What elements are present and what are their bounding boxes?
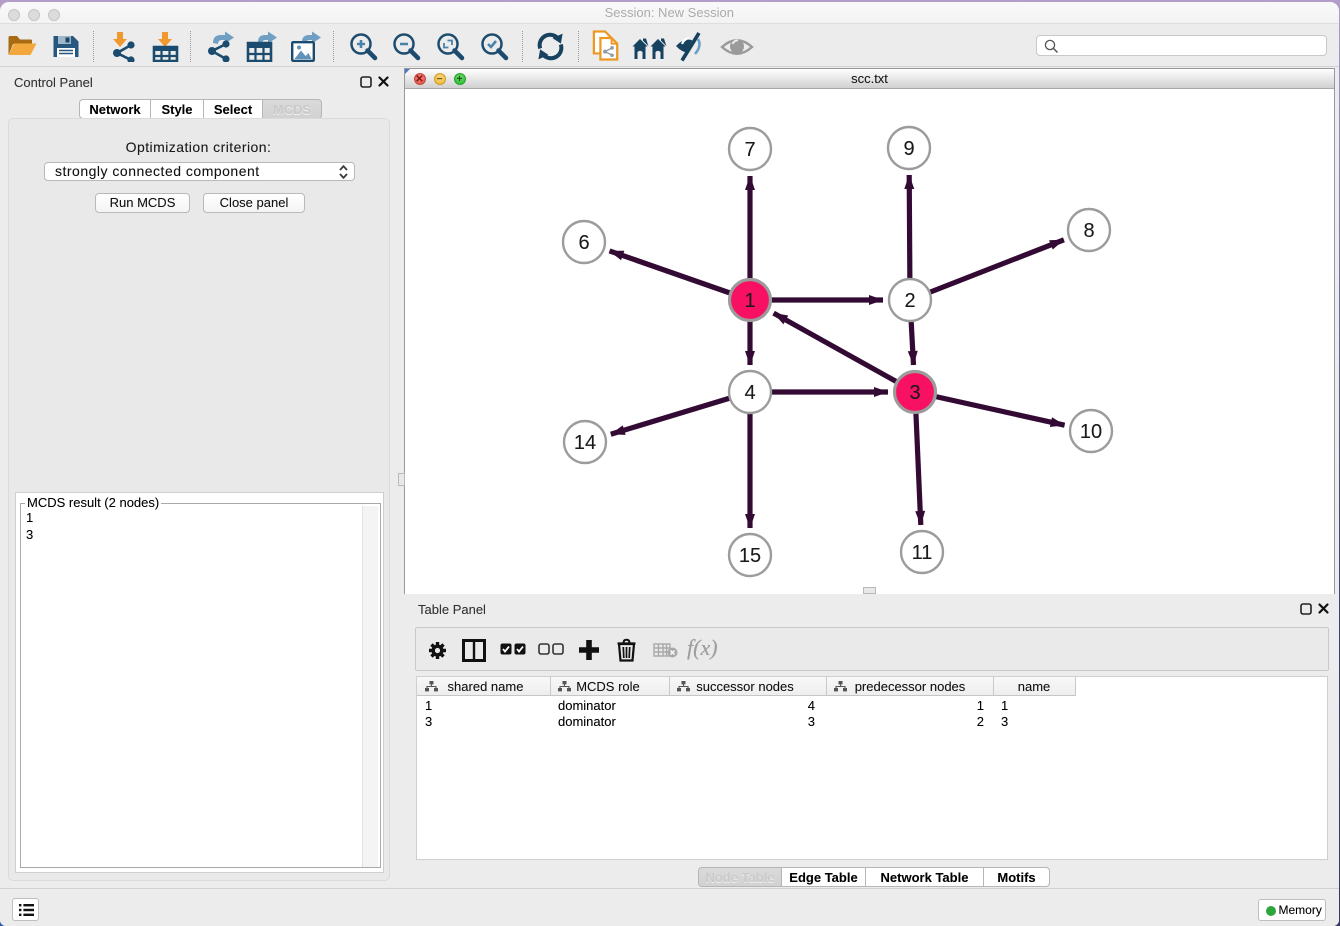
svg-text:11: 11 xyxy=(912,542,933,564)
svg-text:10: 10 xyxy=(1080,421,1102,443)
svg-text:1: 1 xyxy=(744,290,755,312)
svg-text:4: 4 xyxy=(744,382,755,404)
svg-text:6: 6 xyxy=(578,232,589,254)
svg-text:15: 15 xyxy=(739,545,761,567)
svg-text:2: 2 xyxy=(904,290,915,312)
svg-text:8: 8 xyxy=(1083,220,1094,242)
svg-text:9: 9 xyxy=(903,138,914,160)
svg-text:7: 7 xyxy=(744,139,755,161)
svg-text:3: 3 xyxy=(909,382,920,404)
svg-text:14: 14 xyxy=(574,432,596,454)
